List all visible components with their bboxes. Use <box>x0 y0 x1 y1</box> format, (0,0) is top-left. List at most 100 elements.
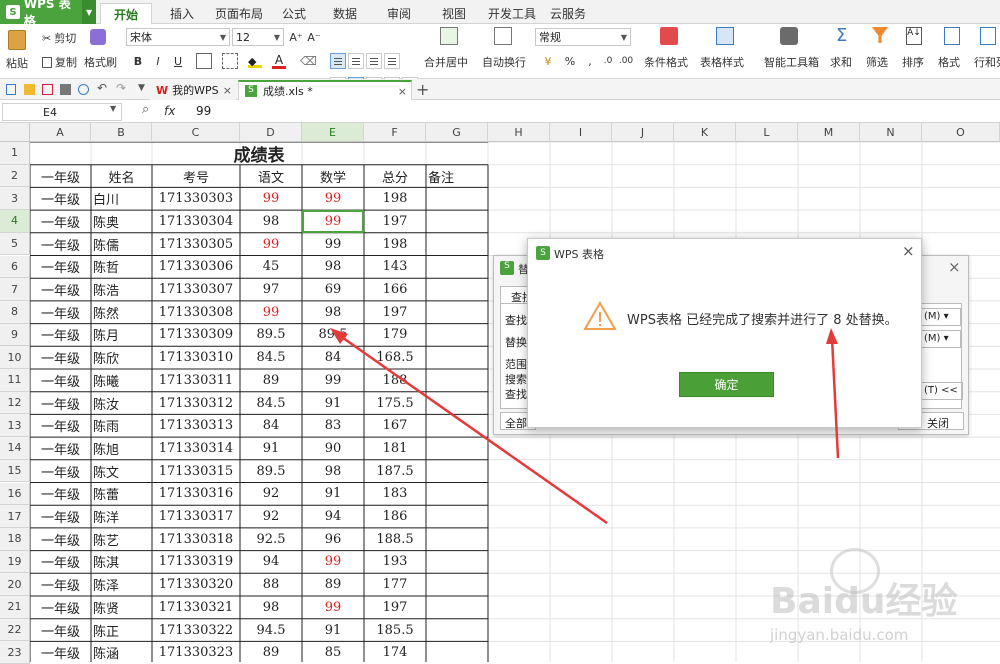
close-icon[interactable]: × <box>398 85 407 98</box>
table-cell[interactable]: 171330320 <box>154 573 238 596</box>
table-cell[interactable]: 一年级 <box>32 414 89 437</box>
table-cell[interactable]: 85 <box>304 641 362 664</box>
app-menu-button[interactable]: S WPS 表格 ▼ <box>0 0 96 28</box>
table-cell[interactable]: 91 <box>304 619 362 642</box>
border-icon[interactable] <box>196 53 212 69</box>
ribbon-tab-1[interactable]: 插入 <box>157 3 207 24</box>
row-header-16[interactable]: 16 <box>0 482 30 506</box>
table-cell[interactable]: 171330303 <box>154 187 238 210</box>
redo-icon[interactable]: ↷ <box>116 81 126 95</box>
column-header-G[interactable]: G <box>426 123 488 142</box>
sum-button[interactable]: 求和 <box>830 54 852 70</box>
table-cell[interactable]: 陈洋 <box>93 505 150 528</box>
table-cell[interactable]: 88 <box>242 573 300 596</box>
row-header-3[interactable]: 3 <box>0 187 30 211</box>
table-cell[interactable]: 171330323 <box>154 641 238 664</box>
underline-button[interactable]: U <box>170 53 186 69</box>
table-cell[interactable]: 陈儒 <box>93 233 150 256</box>
options-toggle-button[interactable]: (T) << <box>919 382 963 400</box>
row-header-7[interactable]: 7 <box>0 278 30 301</box>
row-header-8[interactable]: 8 <box>0 300 30 324</box>
row-header-13[interactable]: 13 <box>0 414 30 438</box>
table-cell[interactable]: 181 <box>366 437 424 460</box>
decrease-decimal-icon[interactable]: .00 <box>618 53 634 69</box>
print-preview-icon[interactable] <box>78 84 89 95</box>
table-cell[interactable]: 陈汝 <box>93 392 150 415</box>
table-cell[interactable]: 166 <box>366 278 424 301</box>
table-cell[interactable]: 187.5 <box>366 460 424 483</box>
column-header-K[interactable]: K <box>674 123 736 142</box>
table-style-button[interactable]: 表格样式 <box>700 54 744 70</box>
row-header-18[interactable]: 18 <box>0 527 30 551</box>
table-cell[interactable]: 96 <box>304 528 362 551</box>
table-cell[interactable]: 89.5 <box>242 324 300 347</box>
row-header-15[interactable]: 15 <box>0 459 30 483</box>
close-icon[interactable]: × <box>902 242 915 260</box>
table-cell[interactable]: 45 <box>242 256 300 279</box>
ribbon-tab-3[interactable]: 公式 <box>271 3 317 24</box>
table-cell[interactable]: 一年级 <box>32 301 89 324</box>
table-cell[interactable]: 89.5 <box>304 324 362 347</box>
table-cell[interactable]: 185.5 <box>366 619 424 642</box>
table-cell[interactable]: 171330314 <box>154 437 238 460</box>
table-cell[interactable]: 84.5 <box>242 346 300 369</box>
table-cell[interactable]: 一年级 <box>32 392 89 415</box>
export-pdf-icon[interactable] <box>42 84 53 95</box>
table-cell[interactable]: 83 <box>304 414 362 437</box>
table-cell[interactable]: 97 <box>242 278 300 301</box>
table-cell[interactable]: 171330321 <box>154 596 238 619</box>
number-format-select[interactable]: 常规 ▼ <box>535 28 631 46</box>
column-header-N[interactable]: N <box>860 123 922 142</box>
table-cell[interactable]: 陈艺 <box>93 528 150 551</box>
table-cell[interactable]: 171330317 <box>154 505 238 528</box>
table-cell[interactable]: 陈奥 <box>93 210 150 233</box>
new-file-icon[interactable] <box>6 84 16 95</box>
table-cell[interactable]: 186 <box>366 505 424 528</box>
copy-button[interactable]: 复制 <box>42 54 77 70</box>
column-header-D[interactable]: D <box>240 123 302 142</box>
table-cell[interactable]: 陈月 <box>93 324 150 347</box>
ribbon-tab-7[interactable]: 开发工具 <box>483 3 541 24</box>
table-cell[interactable]: 69 <box>304 278 362 301</box>
header-cell[interactable]: 考号 <box>154 165 238 188</box>
open-folder-icon[interactable] <box>24 84 35 95</box>
header-cell[interactable]: 备注 <box>428 165 486 188</box>
table-cell[interactable]: 171330318 <box>154 528 238 551</box>
table-cell[interactable]: 一年级 <box>32 324 89 347</box>
column-header-A[interactable]: A <box>30 123 91 142</box>
column-header-L[interactable]: L <box>736 123 798 142</box>
table-cell[interactable]: 陈泽 <box>93 573 150 596</box>
table-cell[interactable]: 89 <box>304 573 362 596</box>
filter-button[interactable]: 筛选 <box>866 54 888 70</box>
table-cell[interactable]: 89 <box>242 369 300 392</box>
row-header-4[interactable]: 4 <box>0 210 30 233</box>
row-header-12[interactable]: 12 <box>0 391 30 415</box>
table-cell[interactable]: 198 <box>366 187 424 210</box>
thousands-button[interactable]: , <box>582 53 598 69</box>
table-cell[interactable]: 98 <box>304 256 362 279</box>
table-cell[interactable]: 171330312 <box>154 392 238 415</box>
table-cell[interactable]: 98 <box>242 210 300 233</box>
table-cell[interactable]: 陈旭 <box>93 437 150 460</box>
table-cell[interactable]: 84.5 <box>242 392 300 415</box>
table-cell[interactable]: 171330309 <box>154 324 238 347</box>
column-header-E[interactable]: E <box>302 123 364 142</box>
new-tab-plus-icon[interactable]: + <box>416 80 429 99</box>
table-cell[interactable]: 91 <box>304 392 362 415</box>
table-cell[interactable]: 168.5 <box>366 346 424 369</box>
percent-button[interactable]: % <box>562 53 578 69</box>
column-header-I[interactable]: I <box>550 123 612 142</box>
sheet-title[interactable]: 成绩表 <box>30 142 488 165</box>
table-cell[interactable]: 171330305 <box>154 233 238 256</box>
rows-cols-button[interactable]: 行和列 <box>974 54 1000 70</box>
table-cell[interactable]: 174 <box>366 641 424 664</box>
table-cell[interactable]: 99 <box>304 551 362 574</box>
column-header-F[interactable]: F <box>364 123 426 142</box>
name-box[interactable]: E4 <box>2 103 122 121</box>
table-cell[interactable]: 99 <box>304 187 362 210</box>
replace-format-select[interactable]: (M) ▾ <box>921 330 961 348</box>
table-cell[interactable]: 91 <box>242 437 300 460</box>
row-header-1[interactable]: 1 <box>0 142 30 165</box>
ribbon-tab-0[interactable]: 开始 <box>100 3 152 24</box>
table-cell[interactable]: 陈涵 <box>93 641 150 664</box>
